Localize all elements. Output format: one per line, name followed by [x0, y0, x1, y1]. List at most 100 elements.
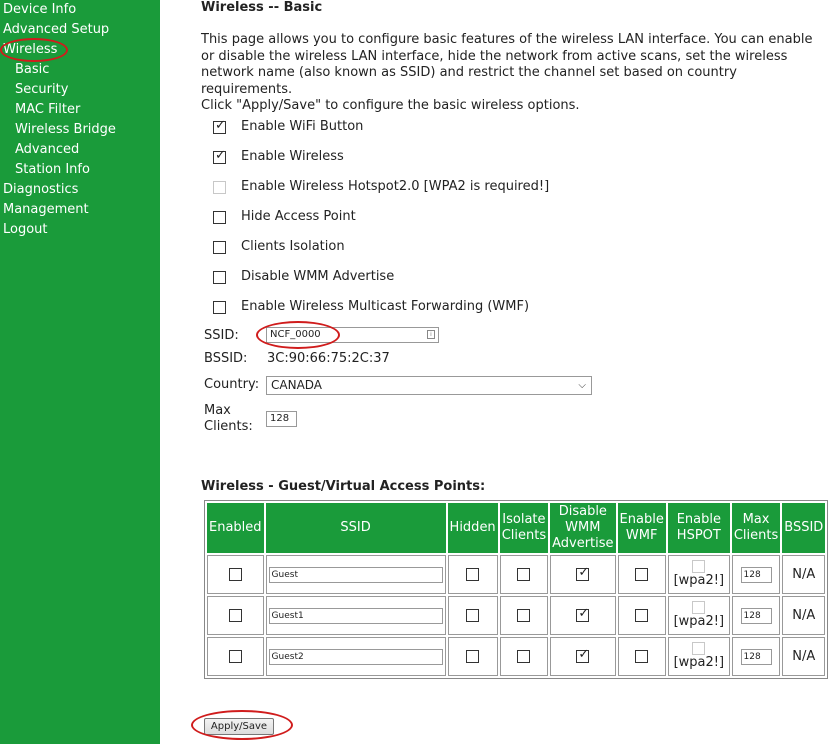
checkmark-icon: ✓ [215, 118, 226, 133]
option-label: Enable Wireless [241, 149, 344, 164]
guest-ssid-input[interactable]: Guest1 [268, 607, 443, 624]
cell: [wpa2!] [667, 637, 730, 676]
cell [499, 637, 549, 676]
enable-hspot-checkbox [692, 560, 706, 573]
page-title: Wireless -- Basic [201, 0, 323, 15]
enabled-checkbox[interactable] [228, 568, 242, 581]
option-label: Disable WMM Advertise [241, 269, 395, 284]
chevron-down-icon: ⌵ [578, 380, 586, 391]
col-enabled: Enabled [207, 503, 264, 553]
option-label: Clients Isolation [241, 239, 345, 254]
header-line: Max [742, 512, 770, 527]
ssid-label: SSID: [204, 328, 239, 343]
guest-ssid-input[interactable]: Guest2 [268, 648, 443, 665]
max-clients-input[interactable]: 128 [266, 411, 297, 427]
country-label: Country: [204, 377, 260, 392]
ssid-input[interactable]: NCF_0000 ⁞ [266, 327, 439, 343]
max-clients-label-line2: Clients: [204, 419, 253, 434]
col-disable-wmm: Disable WMM Advertise [550, 503, 616, 553]
enable-hspot-checkbox [692, 642, 706, 655]
header-line: Isolate [502, 512, 546, 527]
enable-wmf-checkbox[interactable] [213, 301, 226, 314]
bssid-cell: N/A [782, 555, 826, 594]
country-value: CANADA [271, 378, 323, 392]
enabled-checkbox[interactable] [228, 609, 242, 622]
table-header-row: Enabled SSID Hidden Isolate Clients Disab… [207, 503, 826, 553]
cell: Guest2 [265, 637, 446, 676]
cell: ✓ [550, 555, 616, 594]
checkmark-icon: ✓ [578, 565, 590, 580]
hide-access-point-checkbox[interactable] [213, 211, 226, 224]
option-label: Enable WiFi Button [241, 119, 364, 134]
disable-wmm-checkbox[interactable] [213, 271, 226, 284]
header-line: WMF [625, 528, 658, 543]
hspot-cell: [wpa2!] [669, 601, 729, 630]
bssid-value: 3C:90:66:75:2C:37 [267, 351, 390, 366]
isolate-clients-checkbox[interactable] [517, 609, 531, 622]
cell: 128 [731, 596, 781, 635]
cell: ✓ [550, 637, 616, 676]
header-line: Advertise [552, 536, 614, 551]
enable-hotspot-checkbox [213, 181, 226, 194]
table-row: Guest1 ✓ [wpa2!] 128 N/A [207, 596, 826, 635]
description-apply-note: Click "Apply/Save" to configure the basi… [201, 98, 580, 113]
cell [617, 637, 666, 676]
hidden-checkbox[interactable] [466, 609, 480, 622]
cell: 128 [731, 637, 781, 676]
apply-save-button[interactable]: Apply/Save [204, 718, 274, 735]
bssid-cell: N/A [782, 637, 826, 676]
guest-max-clients-input[interactable]: 128 [740, 566, 772, 583]
cell [499, 555, 549, 594]
hidden-checkbox[interactable] [466, 568, 480, 581]
cell [447, 596, 498, 635]
enable-wmf-checkbox[interactable] [635, 568, 649, 581]
cell [447, 555, 498, 594]
hspot-cell: [wpa2!] [669, 642, 729, 671]
bssid-label: BSSID: [204, 351, 248, 366]
cell: Guest1 [265, 596, 446, 635]
header-line: HSPOT [676, 528, 721, 543]
max-clients-label: Max Clients: [204, 403, 253, 435]
cell: [wpa2!] [667, 555, 730, 594]
enable-wifi-button-checkbox[interactable]: ✓ [213, 118, 226, 134]
enable-wmf-checkbox[interactable] [635, 609, 649, 622]
cell: 128 [731, 555, 781, 594]
cell [447, 637, 498, 676]
cell [499, 596, 549, 635]
disable-wmm-checkbox[interactable]: ✓ [576, 606, 590, 622]
max-clients-label-line1: Max [204, 403, 231, 418]
enable-wireless-checkbox[interactable]: ✓ [213, 148, 226, 164]
main-content: Wireless -- Basic This page allows you t… [0, 0, 830, 744]
cell [617, 555, 666, 594]
col-enable-hspot: Enable HSPOT [667, 503, 730, 553]
guest-max-clients-input[interactable]: 128 [740, 607, 772, 624]
col-enable-wmf: Enable WMF [617, 503, 666, 553]
clients-isolation-checkbox[interactable] [213, 241, 226, 254]
cell: [wpa2!] [667, 596, 730, 635]
option-label: Hide Access Point [241, 209, 356, 224]
header-line: Disable [558, 504, 607, 519]
col-bssid: BSSID [782, 503, 826, 553]
isolate-clients-checkbox[interactable] [517, 568, 531, 581]
checkmark-icon: ✓ [578, 647, 590, 662]
header-line: WMM [565, 520, 601, 535]
hspot-cell: [wpa2!] [669, 560, 729, 589]
table-row: Guest2 ✓ [wpa2!] 128 N/A [207, 637, 826, 676]
col-hidden: Hidden [447, 503, 498, 553]
isolate-clients-checkbox[interactable] [517, 650, 531, 663]
page-description: This page allows you to configure basic … [201, 32, 823, 115]
cell [207, 637, 264, 676]
country-select[interactable]: CANADA ⌵ [266, 376, 592, 395]
header-line: Enable [676, 512, 721, 527]
cell [617, 596, 666, 635]
enable-wmf-checkbox[interactable] [635, 650, 649, 663]
guest-max-clients-input[interactable]: 128 [740, 648, 772, 665]
enabled-checkbox[interactable] [228, 650, 242, 663]
hspot-note: [wpa2!] [673, 573, 725, 588]
enable-hspot-checkbox [692, 601, 706, 614]
hidden-checkbox[interactable] [466, 650, 480, 663]
hspot-note: [wpa2!] [673, 655, 725, 670]
disable-wmm-checkbox[interactable]: ✓ [576, 647, 590, 663]
disable-wmm-checkbox[interactable]: ✓ [576, 565, 590, 581]
guest-ssid-input[interactable]: Guest [268, 566, 443, 583]
